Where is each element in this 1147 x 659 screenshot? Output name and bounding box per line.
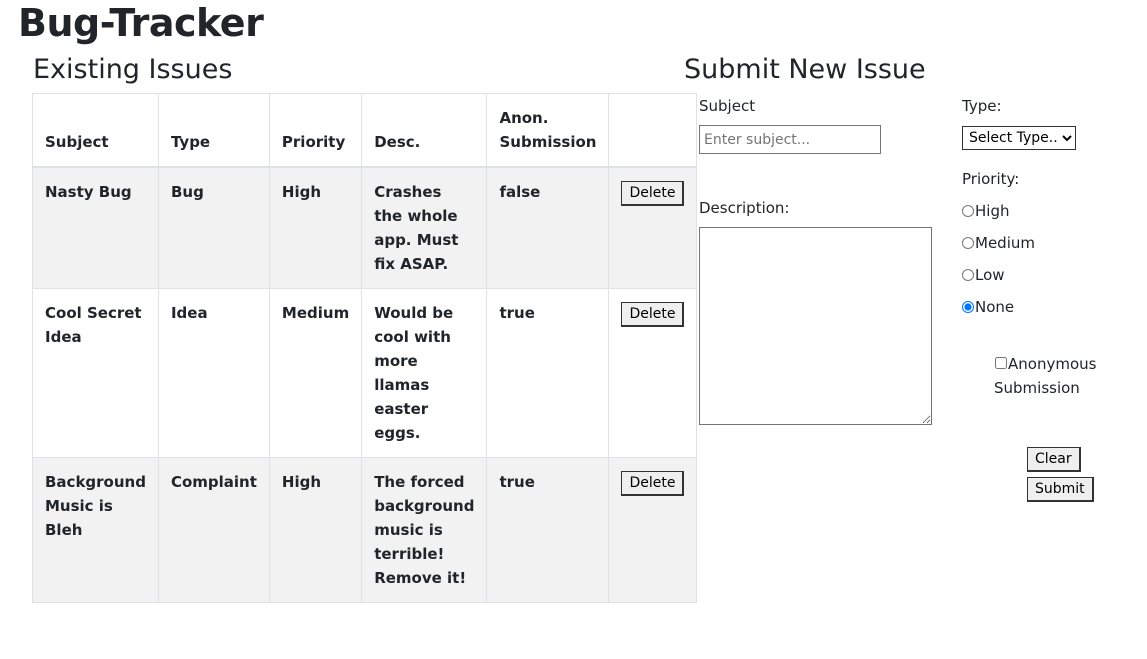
issue-anon: false [486, 166, 610, 289]
issue-priority: High [268, 166, 363, 289]
priority-radio-none[interactable] [962, 301, 974, 313]
issues-table: Subject Type Priority Desc. Anon. Submis… [32, 93, 698, 603]
anonymous-checkbox[interactable] [995, 357, 1007, 369]
issue-type: Complaint [157, 457, 270, 603]
description-textarea[interactable] [699, 227, 932, 425]
app-title: Bug-Tracker [18, 1, 264, 45]
priority-radio-high[interactable] [962, 205, 974, 217]
priority-radio-low[interactable] [962, 269, 974, 281]
issue-priority: High [268, 457, 363, 603]
subject-input[interactable] [699, 125, 881, 154]
delete-button[interactable]: Delete [621, 181, 685, 206]
issues-table-body: Nasty Bug Bug High Crashes the whole app… [32, 166, 698, 603]
column-header-priority: Priority [268, 93, 363, 168]
existing-issues-title: Existing Issues [33, 54, 233, 85]
priority-option-label: None [975, 298, 1015, 316]
table-row: Background Music is Bleh Complaint High … [32, 457, 698, 603]
priority-option-none[interactable]: None [961, 297, 1014, 317]
issue-actions: Delete [608, 166, 698, 289]
issue-desc: Crashes the whole app. Must fix ASAP. [361, 166, 488, 289]
subject-label: Subject [699, 97, 756, 115]
priority-label: Priority: [962, 170, 1020, 188]
priority-option-label: High [975, 202, 1010, 220]
issue-type: Bug [157, 166, 270, 289]
column-header-anon: Anon. Submission [486, 93, 610, 168]
clear-button[interactable]: Clear [1027, 447, 1081, 472]
issue-priority: Medium [268, 288, 363, 458]
table-row: Nasty Bug Bug High Crashes the whole app… [32, 166, 698, 289]
priority-radio-medium[interactable] [962, 237, 974, 249]
issue-subject: Background Music is Bleh [32, 457, 159, 603]
column-header-action [608, 93, 698, 168]
delete-button[interactable]: Delete [621, 471, 685, 496]
issue-subject: Nasty Bug [32, 166, 159, 289]
anonymous-checkbox-row[interactable]: Anonymous Submission [994, 352, 1104, 400]
priority-option-high[interactable]: High [961, 201, 1009, 221]
submit-button[interactable]: Submit [1027, 477, 1094, 502]
anonymous-label: Anonymous Submission [994, 355, 1097, 397]
issue-anon: true [486, 457, 610, 603]
issues-table-header: Subject Type Priority Desc. Anon. Submis… [32, 93, 698, 168]
issue-anon: true [486, 288, 610, 458]
type-select[interactable]: Select Type... [962, 126, 1076, 150]
column-header-type: Type [157, 93, 270, 168]
priority-option-medium[interactable]: Medium [961, 233, 1035, 253]
issue-desc: Would be cool with more llamas easter eg… [361, 288, 488, 458]
delete-button[interactable]: Delete [621, 302, 685, 327]
issue-actions: Delete [608, 457, 698, 603]
column-header-desc: Desc. [361, 93, 488, 168]
issue-type: Idea [157, 288, 270, 458]
type-label: Type: [962, 97, 1002, 115]
priority-option-label: Low [975, 266, 1005, 284]
table-row: Cool Secret Idea Idea Medium Would be co… [32, 288, 698, 458]
issue-actions: Delete [608, 288, 698, 458]
header-row: Subject Type Priority Desc. Anon. Submis… [32, 93, 698, 168]
description-label: Description: [699, 199, 790, 217]
column-header-subject: Subject [32, 93, 159, 168]
issue-subject: Cool Secret Idea [32, 288, 159, 458]
priority-option-label: Medium [975, 234, 1035, 252]
submit-issue-title: Submit New Issue [684, 54, 926, 85]
issue-desc: The forced background music is terrible!… [361, 457, 488, 603]
priority-option-low[interactable]: Low [961, 265, 1005, 285]
